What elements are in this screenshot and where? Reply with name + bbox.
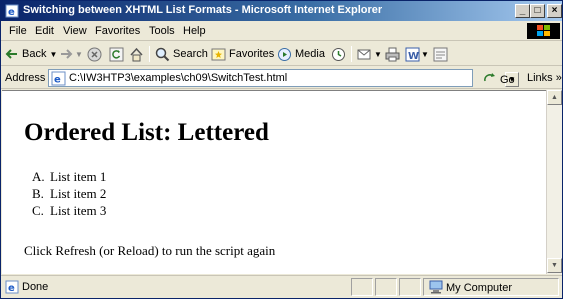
address-input[interactable]: e C:\IW3HTP3\examples\ch09\SwitchTest.ht… [48,69,519,89]
svg-text:e: e [8,7,15,18]
word-button[interactable]: W ▼ [405,46,429,62]
standard-toolbar: Back ▼ ▼ Search Favorites Media ▼ W ▼ [1,42,562,66]
svg-text:e: e [8,283,15,294]
history-icon [331,47,346,62]
svg-text:W: W [408,51,419,62]
ie-page-icon: e [5,4,19,18]
menu-help[interactable]: Help [183,25,206,37]
print-button[interactable] [385,46,400,62]
back-label: Back [22,48,47,60]
refresh-instruction: Click Refresh (or Reload) to run the scr… [24,243,276,258]
discuss-button[interactable] [433,46,448,62]
discuss-icon [433,47,448,62]
media-button[interactable]: Media [277,46,325,62]
list-item-text: List item 2 [50,186,107,201]
go-label: Go [500,74,515,86]
favorites-icon [211,47,226,62]
media-icon [277,47,292,62]
windows-logo-icon [527,23,560,39]
list-item-text: List item 1 [50,169,107,184]
favorites-label: Favorites [229,48,275,60]
search-label: Search [173,48,208,60]
refresh-button[interactable] [109,46,124,62]
list-marker: C. [32,203,44,218]
zone-panel: My Computer [423,278,559,296]
list-item: C. List item 3 [32,203,106,220]
search-button[interactable]: Search [155,46,208,62]
status-text: Done [22,281,49,293]
home-icon [129,47,144,62]
zone-label: My Computer [446,282,513,294]
print-icon [385,47,400,62]
close-button[interactable]: × [547,4,562,18]
address-bar: Address e C:\IW3HTP3\examples\ch09\Switc… [1,67,562,89]
menu-file[interactable]: File [9,25,27,37]
maximize-button[interactable]: □ [530,4,545,18]
links-button[interactable]: Links » [527,72,562,84]
page-content: Ordered List: Lettered A. List item 1 B.… [2,90,546,274]
list-marker: A. [32,169,45,184]
title-bar[interactable]: e Switching between XHTML List Formats -… [1,1,562,21]
status-bar: e Done My Computer [1,275,562,298]
list-item: A. List item 1 [32,169,106,186]
list-item-text: List item 3 [50,203,107,218]
list-item: B. List item 2 [32,186,106,203]
scroll-up-icon[interactable]: ▲ [547,90,562,105]
window-title: Switching between XHTML List Formats - M… [23,4,383,16]
menu-bar: File Edit View Favorites Tools Help [1,21,562,41]
go-arrow-icon [482,72,498,88]
page-icon: e [51,71,66,89]
stop-icon [87,47,102,62]
menu-edit[interactable]: Edit [35,25,54,37]
forward-button[interactable]: ▼ [59,46,83,62]
minimize-button[interactable]: _ [515,4,530,18]
back-arrow-icon [5,47,19,61]
address-label: Address [5,72,46,84]
list-marker: B. [32,186,44,201]
history-button[interactable] [331,46,346,62]
page-icon: e [5,280,19,297]
back-button[interactable]: Back ▼ [5,46,57,62]
favorites-button[interactable]: Favorites [211,46,274,62]
scroll-down-icon[interactable]: ▼ [547,258,562,273]
forward-arrow-icon [59,47,73,61]
refresh-icon [109,47,124,62]
ordered-list: A. List item 1 B. List item 2 C. List it… [32,169,106,220]
go-button[interactable]: Go [482,72,515,88]
menu-tools[interactable]: Tools [149,25,175,37]
vertical-scrollbar[interactable]: ▲ ▼ [546,90,562,274]
stop-button[interactable] [87,46,102,62]
mail-icon [357,47,373,62]
search-icon [155,47,170,62]
mail-button[interactable]: ▼ [357,46,382,62]
my-computer-icon [428,280,444,297]
media-label: Media [295,48,325,60]
home-button[interactable] [129,46,144,62]
browser-window: e Switching between XHTML List Formats -… [0,0,563,299]
status-panel [375,278,397,296]
page-heading: Ordered List: Lettered [24,119,269,146]
status-panel [399,278,421,296]
word-icon: W [405,47,420,62]
svg-text:e: e [54,75,61,86]
menu-view[interactable]: View [63,25,87,37]
address-url: C:\IW3HTP3\examples\ch09\SwitchTest.html [69,72,288,84]
status-panel [351,278,373,296]
menu-favorites[interactable]: Favorites [95,25,140,37]
